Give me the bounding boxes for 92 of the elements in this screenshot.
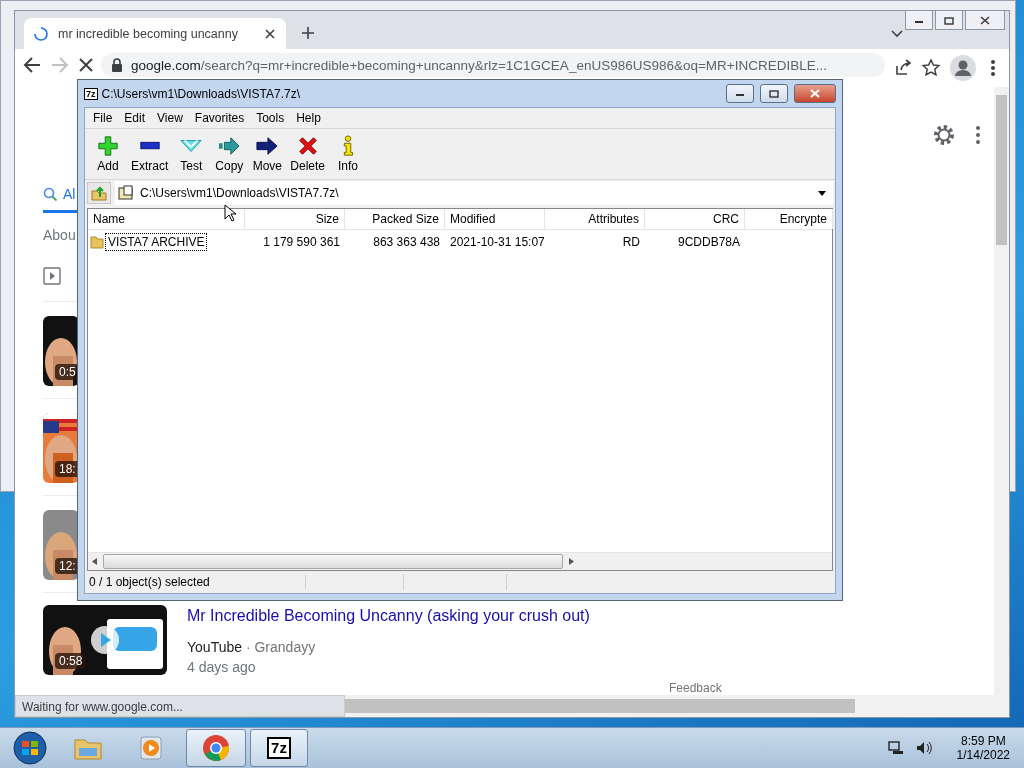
back-icon[interactable] — [23, 57, 41, 73]
window-title: C:\Users\vm1\Downloads\VISTA7.7z\ — [101, 86, 302, 101]
lock-icon — [111, 58, 123, 72]
close-button[interactable] — [794, 84, 836, 103]
file-name[interactable]: VISTA7 ARCHIVE — [106, 234, 207, 250]
plus-icon[interactable] — [301, 26, 315, 40]
browser-icon — [201, 733, 231, 763]
result-title-link[interactable]: Mr Incredible Becoming Uncanny (asking your crush out) — [187, 607, 590, 625]
column-header[interactable]: Size — [245, 209, 345, 229]
maximize-button[interactable] — [935, 11, 963, 30]
table-cell-text: RD — [621, 235, 641, 249]
feedback-link[interactable]: Feedback — [669, 681, 722, 695]
duration-badge: 12: — [55, 558, 79, 575]
toolbar-button[interactable]: Delete — [286, 135, 330, 173]
toolbar-button[interactable]: Copy — [210, 135, 249, 173]
horizontal-scrollbar[interactable] — [88, 552, 832, 570]
menu-item[interactable]: File — [87, 111, 119, 125]
menu-item[interactable]: Help — [290, 111, 327, 125]
close-icon — [810, 89, 820, 98]
table-cell-text: 9CDDB78A — [676, 235, 741, 249]
arrow-right-icon — [217, 135, 242, 157]
duration-badge: 0:5 — [55, 364, 79, 381]
star-icon[interactable] — [921, 58, 941, 78]
folder-icon — [90, 235, 104, 249]
close-icon — [980, 15, 990, 25]
vertical-scrollbar[interactable] — [994, 87, 1009, 695]
address-bar[interactable]: google.com/search?q=mr+incredible+becoming+uncanny&rlz=1C1GCEA_enUS986US986&oq=MR+INCREDIBLE... — [101, 53, 885, 77]
browser-tab[interactable]: mr incredible becoming uncanny — [24, 18, 286, 49]
clock[interactable]: 8:59 PM 1/14/2022 — [956, 734, 1010, 762]
restore-icon — [944, 15, 954, 25]
duration-badge: 18: — [55, 461, 79, 478]
arrow-right-icon — [255, 135, 280, 157]
status-bubble: Waiting for www.google.com... — [15, 695, 345, 717]
path-field[interactable]: C:\Users\vm1\Downloads\VISTA7.7z\ — [115, 181, 833, 205]
video-thumbnail[interactable]: 18: — [43, 413, 79, 484]
scroll-right-icon — [569, 558, 574, 565]
table-cell-text: 2021-10-31 15:07 — [449, 235, 545, 249]
video-thumbnail[interactable]: 0:58 — [43, 605, 167, 675]
status-text: 0 / 1 object(s) selected — [85, 575, 306, 589]
settings-icon[interactable] — [932, 122, 956, 147]
column-header[interactable]: CRC — [645, 209, 745, 229]
maximize-icon — [769, 89, 779, 98]
windows-logo-icon — [13, 731, 47, 765]
up-folder-button[interactable] — [87, 182, 111, 204]
toolbar-button[interactable]: Extract — [127, 135, 173, 173]
volume-icon — [914, 740, 933, 756]
close-icon[interactable] — [264, 27, 276, 40]
toolbar-button[interactable]: Add — [89, 135, 127, 173]
duration-badge: 0:58 — [55, 653, 87, 669]
menu-item[interactable]: View — [151, 111, 189, 125]
taskbar-button[interactable]: 7z — [250, 729, 308, 767]
video-icon[interactable] — [43, 267, 61, 286]
profile-icon[interactable] — [949, 54, 977, 82]
video-thumbnail[interactable]: 0:5 — [43, 316, 79, 387]
clock-date: 1/14/2022 — [956, 748, 1010, 762]
menu-item[interactable]: Edit — [118, 111, 152, 125]
app-icon: 7z — [84, 87, 98, 100]
result-date: 4 days ago — [187, 659, 257, 675]
folder-up-icon — [91, 185, 107, 201]
plus-icon — [96, 135, 120, 157]
taskbar-button[interactable] — [186, 729, 246, 767]
archive-file-icon — [118, 185, 134, 201]
toolbar-button[interactable]: Test — [172, 135, 211, 173]
result-stats: Abou — [43, 227, 76, 244]
menu-item[interactable]: Favorites — [188, 111, 251, 125]
stop-icon[interactable] — [79, 58, 93, 72]
close-button[interactable] — [965, 11, 1005, 30]
clock-time: 8:59 PM — [960, 734, 1006, 748]
table-cell-text: 863 363 438 — [372, 235, 441, 249]
minimize-button[interactable] — [726, 84, 754, 103]
result-source: YouTube · Grandayy — [187, 639, 317, 655]
video-thumbnail[interactable]: 12: — [43, 510, 79, 581]
search-icon — [43, 186, 57, 201]
all-results-tab[interactable]: Al — [63, 185, 76, 202]
minimize-button[interactable] — [905, 11, 933, 30]
scroll-left-icon — [92, 558, 97, 565]
maximize-button[interactable] — [760, 84, 788, 103]
column-header[interactable]: Packed Size — [345, 209, 445, 229]
dropdown-arrow-icon — [818, 190, 826, 196]
toolbar-button[interactable]: Info — [329, 135, 368, 173]
table-cell-text: 1 179 590 361 — [262, 235, 341, 249]
menu-item[interactable]: Tools — [250, 111, 291, 125]
share-icon[interactable] — [893, 58, 913, 78]
column-header[interactable]: Encrypte — [745, 209, 833, 229]
loading-icon — [34, 26, 48, 41]
network-icon — [886, 740, 905, 756]
archive-app-icon: 7z — [267, 737, 291, 759]
toolbar-button[interactable]: Move — [248, 135, 287, 173]
column-header[interactable]: Modified — [445, 209, 545, 229]
horizontal-scrollbar[interactable]: Waiting for www.google.com... — [15, 695, 1009, 717]
column-header[interactable]: Attributes — [545, 209, 645, 229]
apps-menu-icon[interactable] — [974, 124, 982, 145]
